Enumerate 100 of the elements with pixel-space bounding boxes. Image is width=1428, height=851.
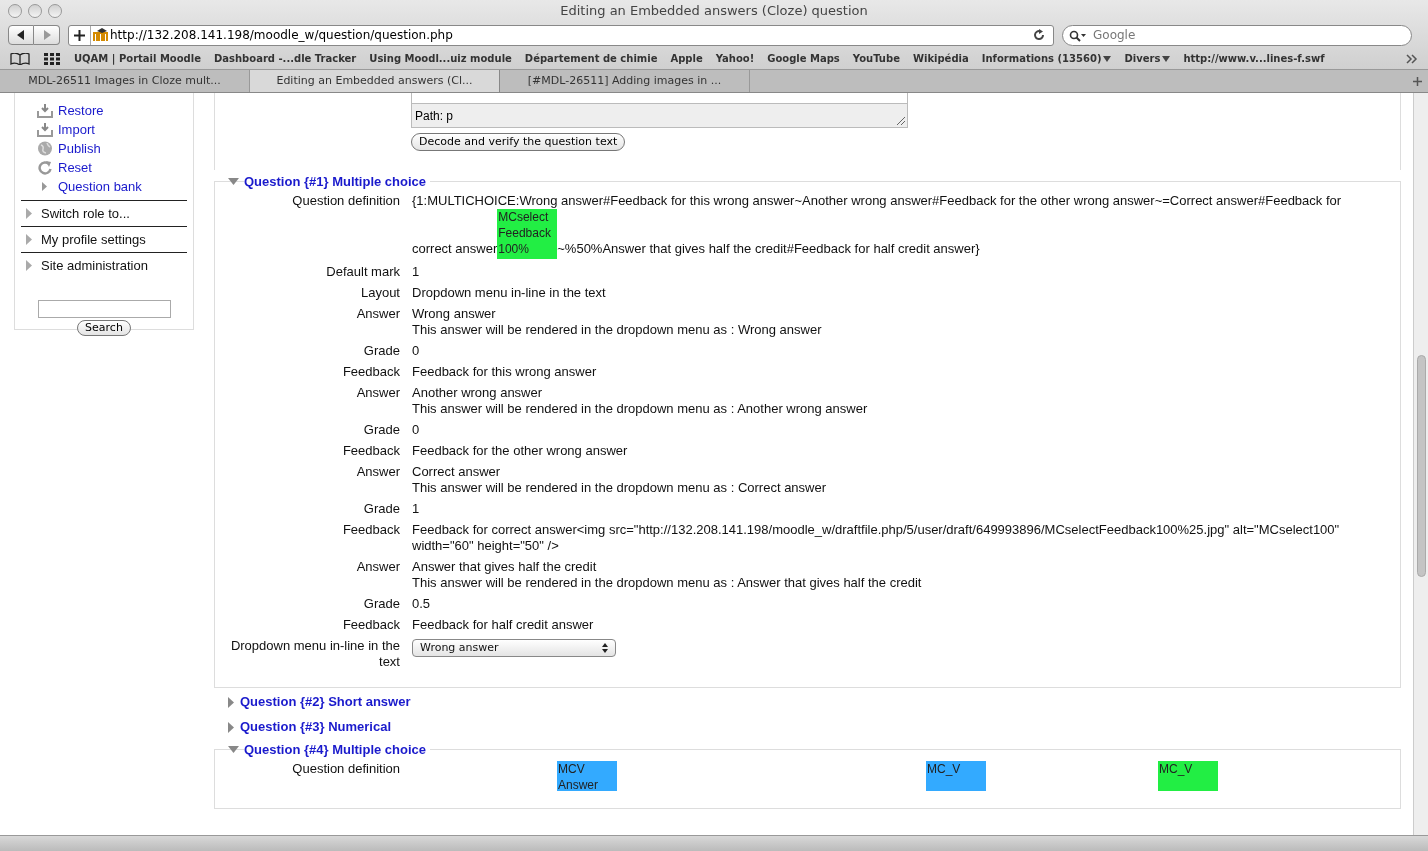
field-label: Grade	[362, 596, 400, 612]
field-label: Question definition	[291, 193, 400, 210]
bookmark-link[interactable]: Wikipédia	[912, 51, 969, 66]
field-label: Layout	[359, 285, 400, 301]
resize-handle-icon[interactable]	[896, 116, 906, 126]
back-icon	[16, 30, 26, 40]
missing-image: MC_V	[1158, 761, 1218, 791]
dropdown-arrow-icon	[1103, 55, 1112, 62]
expand-arrow-icon[interactable]	[227, 721, 235, 733]
field-label: Grade	[362, 422, 400, 438]
scrollbar[interactable]	[1413, 93, 1428, 835]
collapse-arrow-icon[interactable]	[228, 178, 239, 186]
field-label: Feedback	[341, 443, 400, 459]
address-field[interactable]: http://132.208.141.198/moodle_w/question/question.php	[68, 24, 1054, 46]
field-label: Question definition	[291, 761, 400, 778]
site-icon	[93, 28, 109, 42]
field-label: Grade	[362, 343, 400, 359]
sidebar-section-link[interactable]: My profile settings	[41, 229, 146, 250]
collapse-arrow-icon[interactable]	[228, 746, 239, 754]
bookmark-link[interactable]: Divers	[1124, 51, 1171, 66]
field-value: Another wrong answer	[412, 385, 544, 401]
bookmark-link[interactable]: Dashboard -...dle Tracker	[214, 51, 357, 66]
url-text: http://132.208.141.198/moodle_w/question/question.php	[110, 27, 454, 44]
bookmark-link[interactable]: Apple	[670, 51, 703, 66]
browser-tab[interactable]: Editing an Embedded answers (Cl...	[250, 70, 500, 92]
field-value: Dropdown menu in-line in the text	[412, 285, 607, 301]
missing-image: MCV Answer	[557, 761, 617, 791]
download-tray-icon	[37, 122, 53, 137]
expand-arrow-icon[interactable]	[25, 234, 33, 245]
field-value: Feedback for this wrong answer	[412, 364, 598, 380]
field-label: Answer	[355, 306, 400, 323]
field-label: Dropdown menu in-line in the text	[229, 638, 400, 670]
field-label: Answer	[355, 464, 400, 481]
field-value: 0	[412, 343, 421, 359]
minimize-button[interactable]	[28, 4, 42, 18]
reset-icon	[37, 160, 53, 175]
bookmark-link[interactable]: YouTube	[852, 51, 900, 66]
bookmark-link[interactable]: Département de chimie	[524, 51, 658, 66]
field-value: Feedback for half credit answer	[412, 617, 595, 633]
zoom-button[interactable]	[48, 4, 62, 18]
field-value: Wrong answer	[412, 306, 497, 322]
sidebar-link[interactable]: Publish	[58, 138, 101, 159]
new-tab-icon[interactable]	[1413, 76, 1422, 86]
bookmark-link[interactable]: Yahoo!	[715, 51, 755, 66]
field-value: This answer will be rendered in the dropdown menu as : Correct answer	[412, 480, 828, 496]
search-button[interactable]: Search	[77, 320, 131, 336]
definition-text: {1:MULTICHOICE:Wrong answer#Feedback for this wrong answer~Another wrong answer#Feedback for the other wrong answer~=Correct answer#Feedback for	[412, 193, 1343, 209]
dropdown-arrow-icon	[1162, 55, 1171, 62]
expand-arrow-icon[interactable]	[227, 696, 235, 708]
chevrons-icon	[1406, 53, 1418, 64]
bookmark-link[interactable]: Informations (13560)	[981, 51, 1112, 66]
window-title: Editing an Embedded answers (Cloze) question	[560, 2, 868, 21]
field-value: 0.5	[412, 596, 432, 612]
bookmarks-book-icon[interactable]	[10, 52, 30, 65]
editor-path: Path: p	[415, 107, 454, 125]
definition-text: ~%50%Answer that gives half the credit#Feedback for half credit answer}	[557, 241, 980, 256]
sidebar-link[interactable]: Question bank	[58, 176, 142, 197]
search-icon	[1069, 29, 1087, 42]
sidebar-section-link[interactable]: Switch role to...	[41, 203, 130, 224]
sidebar-link[interactable]: Restore	[58, 100, 104, 121]
field-value: This answer will be rendered in the dropdown menu as : Another wrong answer	[412, 401, 869, 417]
bookmark-link[interactable]: Using Moodl...uiz module	[369, 51, 512, 66]
field-label: Answer	[355, 559, 400, 576]
field-label: Answer	[355, 385, 400, 402]
field-value: Feedback for the other wrong answer	[412, 443, 629, 459]
bookmark-link[interactable]: http://www.v...lines-f.swf	[1183, 51, 1325, 66]
more-bookmarks-button[interactable]	[1406, 53, 1418, 64]
field-label: Feedback	[341, 617, 400, 633]
text-editor-area[interactable]	[411, 93, 908, 104]
dropdown-select[interactable]: Wrong answer	[412, 639, 616, 657]
plus-icon	[74, 29, 85, 41]
expand-arrow-icon[interactable]	[25, 260, 33, 271]
back-button[interactable]	[8, 25, 34, 45]
globe-icon	[37, 141, 53, 156]
download-tray-icon	[37, 103, 53, 118]
field-value: 0	[412, 422, 421, 438]
expand-arrow-icon[interactable]	[25, 208, 33, 219]
definition-text: correct answer	[412, 241, 498, 256]
sidebar-link[interactable]: Import	[58, 119, 95, 140]
decode-button[interactable]: Decode and verify the question text	[411, 133, 626, 151]
field-value: Feedback for correct answer<img src="http://132.208.141.198/moodle_w/draftfile.php/5/user/draft/649993896/MCselectFeedback100%25.jpg" alt="MCselect100" width="60" height="50" />	[412, 522, 1341, 554]
field-value: This answer will be rendered in the dropdown menu as : Wrong answer	[412, 322, 823, 338]
close-button[interactable]	[8, 4, 22, 18]
missing-image: MCselect Feedback 100%	[497, 209, 558, 259]
sidebar-link[interactable]: Reset	[58, 157, 92, 178]
field-value: 1	[412, 501, 421, 517]
reload-icon[interactable]	[1033, 29, 1045, 41]
field-label: Grade	[362, 501, 400, 517]
grid-icon[interactable]	[44, 52, 60, 65]
field-label: Default mark	[325, 264, 400, 280]
sidebar-section-link[interactable]: Site administration	[41, 255, 148, 276]
search-input[interactable]	[37, 300, 171, 318]
field-value: Answer that gives half the credit	[412, 559, 598, 575]
forward-icon	[41, 30, 52, 40]
field-value: Correct answer	[412, 464, 502, 480]
bookmark-link[interactable]: UQAM | Portail Moodle	[74, 51, 201, 66]
field-value: 1	[412, 264, 421, 280]
search-field[interactable]: Google	[1062, 24, 1412, 46]
missing-image: MC_V	[926, 761, 986, 791]
bookmark-link[interactable]: Google Maps	[767, 51, 840, 66]
